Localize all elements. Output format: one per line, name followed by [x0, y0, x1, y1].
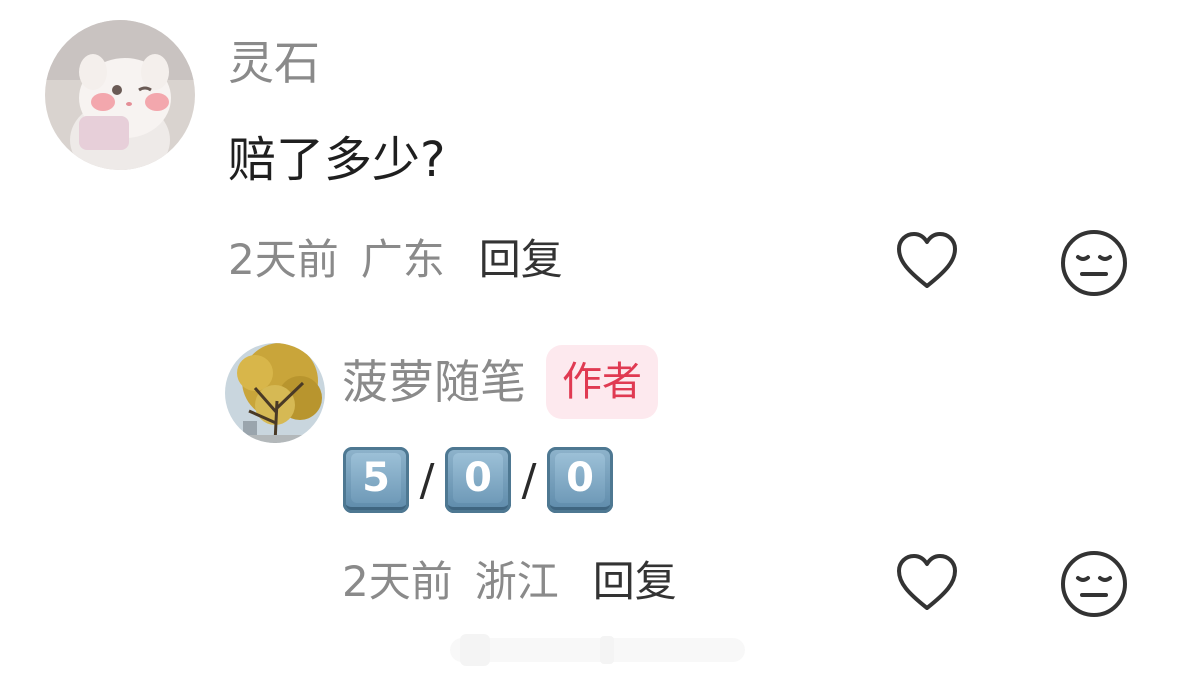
comment-meta-row: 2天前 广东 回复: [228, 239, 563, 281]
tree-avatar-image: [225, 343, 325, 443]
heart-outline-icon[interactable]: [894, 552, 960, 614]
reply-time: 2天前: [342, 557, 453, 606]
reply-header: 菠萝随笔 作者: [342, 345, 658, 419]
separator: /: [419, 454, 435, 506]
reply-location: 浙江: [474, 557, 559, 606]
keycap-digit: 0: [445, 447, 511, 513]
separator: /: [521, 454, 537, 506]
meh-face-icon[interactable]: [1058, 227, 1130, 299]
watermark: [450, 628, 745, 672]
reply-meta-row: 2天前 浙江 回复: [342, 561, 677, 603]
keycap-digit: 5: [343, 447, 409, 513]
commenter-avatar[interactable]: [45, 20, 195, 170]
cat-avatar-image: [45, 20, 195, 170]
reply-author-avatar[interactable]: [225, 343, 325, 443]
commenter-username[interactable]: 灵石: [228, 40, 320, 86]
keycap-digit: 0: [547, 447, 613, 513]
heart-outline-icon[interactable]: [894, 230, 960, 292]
reply-button[interactable]: 回复: [479, 239, 563, 281]
comment-location: 广东: [360, 235, 445, 284]
reply-content: 5 / 0 / 0: [343, 447, 613, 513]
reply-username[interactable]: 菠萝随笔: [342, 359, 526, 405]
comment-text: 赔了多少?: [228, 132, 446, 188]
reply-button[interactable]: 回复: [593, 561, 677, 603]
author-badge: 作者: [546, 345, 658, 419]
comment-time: 2天前: [228, 235, 339, 284]
meh-face-icon[interactable]: [1058, 548, 1130, 620]
